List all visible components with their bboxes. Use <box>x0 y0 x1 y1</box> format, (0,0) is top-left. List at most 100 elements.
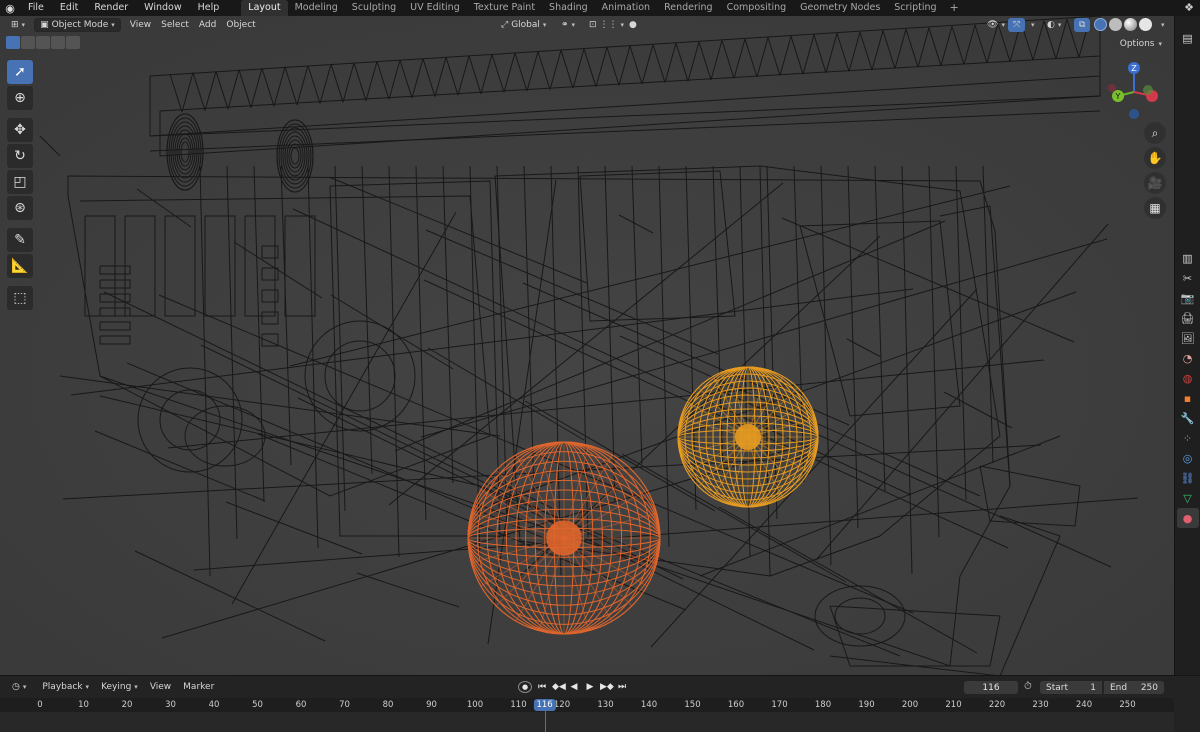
select-invert-icon[interactable] <box>51 36 65 49</box>
axis-neg-z-icon[interactable] <box>1129 109 1139 119</box>
prev-keyframe-icon[interactable]: ◆◀ <box>552 682 566 692</box>
solid-shading-button[interactable] <box>1109 18 1122 31</box>
playhead-line[interactable] <box>544 711 546 732</box>
editor-type-button[interactable]: ⊞ ▾ <box>6 18 30 32</box>
rendered-shading-button[interactable] <box>1139 18 1152 31</box>
view-layer-icon[interactable]: 🖼 <box>1177 328 1199 348</box>
select-new-icon[interactable] <box>6 36 20 49</box>
jump-end-icon[interactable]: ⏭ <box>616 682 628 692</box>
add-workspace-button[interactable]: + <box>944 0 965 16</box>
viewport-menu-select[interactable]: Select <box>156 18 194 32</box>
add-cube-tool-icon[interactable]: ⬚ <box>7 286 33 310</box>
pivot-dropdown[interactable]: ⚭ ▾ <box>556 18 580 32</box>
menu-window[interactable]: Window <box>136 0 189 16</box>
workspace-tab-layout[interactable]: Layout <box>241 0 288 16</box>
modifier-properties-icon[interactable]: 🔧 <box>1177 408 1199 428</box>
workspace-tab-modeling[interactable]: Modeling <box>288 0 345 16</box>
next-keyframe-icon[interactable]: ▶◆ <box>600 682 614 692</box>
workspace-tab-texture-paint[interactable]: Texture Paint <box>467 0 542 16</box>
scene-selector-icon[interactable]: ❖ <box>1184 0 1194 16</box>
end-frame-field[interactable]: End 250 <box>1104 681 1164 694</box>
stopwatch-icon[interactable]: ⏱ <box>1024 681 1032 692</box>
perspective-grid-icon[interactable]: ▦ <box>1144 197 1166 219</box>
jump-start-icon[interactable]: ⏮ <box>536 682 548 692</box>
scene-properties-icon[interactable]: ◔ <box>1177 348 1199 368</box>
select-intersect-icon[interactable] <box>66 36 80 49</box>
measure-tool-icon[interactable]: 📐 <box>7 254 33 278</box>
workspace-tab-rendering[interactable]: Rendering <box>657 0 720 16</box>
overlays-toggle[interactable]: ◐ ▾ <box>1042 18 1066 32</box>
workspace-tab-animation[interactable]: Animation <box>595 0 657 16</box>
camera-view-icon[interactable]: 🎥 <box>1144 172 1166 194</box>
auto-keying-icon[interactable]: ● <box>518 681 532 693</box>
menu-render[interactable]: Render <box>86 0 136 16</box>
mode-label: Object Mode <box>51 19 109 30</box>
tool-properties-icon[interactable]: ✂ <box>1177 268 1199 288</box>
cursor-tool-icon[interactable]: ⊕ <box>7 86 33 110</box>
workspace-tab-sculpting[interactable]: Sculpting <box>345 0 403 16</box>
physics-properties-icon[interactable]: ◎ <box>1177 448 1199 468</box>
axis-neg-x-icon[interactable] <box>1108 84 1116 92</box>
start-frame-field[interactable]: Start 1 <box>1040 681 1102 694</box>
outliner-icon[interactable]: ▤ <box>1177 28 1199 48</box>
play-icon[interactable]: ▶ <box>584 682 596 692</box>
menu-file[interactable]: File <box>20 0 52 16</box>
workspace-tab-uv-editing[interactable]: UV Editing <box>403 0 467 16</box>
select-box-tool-icon[interactable]: ➚ <box>7 60 33 84</box>
timeline-editor[interactable]: ◷ ▾ Playback ▾ Keying ▾ View Marker ● ⏮ ◆◀ ◀ ▶… <box>0 675 1200 732</box>
annotate-tool-icon[interactable]: ✎ <box>7 228 33 252</box>
timeline-menu-playback[interactable]: Playback ▾ <box>36 682 95 692</box>
select-extend-icon[interactable] <box>21 36 35 49</box>
timeline-editor-type-button[interactable]: ◷ ▾ <box>6 682 32 692</box>
particle-properties-icon[interactable]: ⁘ <box>1177 428 1199 448</box>
3d-viewport[interactable]: ⊞ ▾ ▣ Object Mode ▾ View Select Add Object ⤢… <box>0 16 1174 675</box>
select-subtract-icon[interactable] <box>36 36 50 49</box>
frame-ruler[interactable]: 0 10 20 30 40 50 60 70 80 90 100 110 120 130 140 150 160… <box>0 698 1174 712</box>
scale-tool-icon[interactable]: ◰ <box>7 170 33 194</box>
viewport-menu-object[interactable]: Object <box>221 18 260 32</box>
properties-editor-icon[interactable]: ▥ <box>1177 248 1199 268</box>
object-properties-icon[interactable]: ▪ <box>1177 388 1199 408</box>
options-dropdown[interactable]: Options ▾ <box>1114 37 1168 51</box>
workspace-tab-scripting[interactable]: Scripting <box>887 0 943 16</box>
world-properties-icon[interactable]: ◍ <box>1177 368 1199 388</box>
menu-help[interactable]: Help <box>190 0 228 16</box>
material-properties-icon[interactable]: ● <box>1176 508 1199 528</box>
menu-edit[interactable]: Edit <box>52 0 86 16</box>
timeline-menu-view[interactable]: View <box>144 682 177 692</box>
material-shading-button[interactable] <box>1124 18 1137 31</box>
viewport-menu-add[interactable]: Add <box>194 18 221 32</box>
constraint-properties-icon[interactable]: ⛓ <box>1177 468 1199 488</box>
output-properties-icon[interactable]: 🖨 <box>1177 308 1199 328</box>
xray-toggle[interactable]: ⧉ <box>1074 17 1091 32</box>
render-properties-icon[interactable]: 📷 <box>1177 288 1199 308</box>
blender-logo-icon[interactable]: ◉ <box>0 0 20 16</box>
rotate-tool-icon[interactable]: ↻ <box>7 144 33 168</box>
data-properties-icon[interactable]: ▽ <box>1177 488 1199 508</box>
workspace-tab-geometry-nodes[interactable]: Geometry Nodes <box>793 0 887 16</box>
playhead-frame-label[interactable]: 116 <box>533 699 556 711</box>
keyframe-track[interactable] <box>0 712 1174 732</box>
viewport-menu-view[interactable]: View <box>125 18 156 32</box>
visibility-dropdown[interactable]: 👁 ▾ <box>982 18 1010 32</box>
timeline-menu-keying[interactable]: Keying ▾ <box>95 682 144 692</box>
axis-neg-y-icon[interactable] <box>1143 85 1153 95</box>
workspace-tab-compositing[interactable]: Compositing <box>720 0 794 16</box>
gizmo-toggle[interactable]: ⤧ <box>1008 17 1026 32</box>
play-reverse-icon[interactable]: ◀ <box>568 682 580 692</box>
snap-toggle[interactable]: ⊡ ⋮⋮ ▾ <box>584 18 629 32</box>
move-tool-icon[interactable]: ✥ <box>7 118 33 142</box>
zoom-icon[interactable]: ⌕ <box>1144 122 1166 144</box>
wireframe-shading-button[interactable] <box>1094 18 1107 31</box>
workspace-tab-shading[interactable]: Shading <box>542 0 595 16</box>
timeline-menu-marker[interactable]: Marker <box>177 682 220 692</box>
proportional-edit-toggle[interactable]: ● <box>624 18 642 32</box>
pan-hand-icon[interactable]: ✋ <box>1144 147 1166 169</box>
tool-shelf: ➚ ⊕ ✥ ↻ ◰ ⊛ ✎ 📐 ⬚ <box>7 60 35 312</box>
orientation-dropdown[interactable]: ⤢ Global ▾ <box>496 18 551 32</box>
current-frame-field[interactable]: 116 <box>964 681 1018 694</box>
mode-dropdown[interactable]: ▣ Object Mode ▾ <box>34 17 121 32</box>
gizmo-dropdown[interactable]: ▾ <box>1026 18 1040 32</box>
shading-dropdown[interactable]: ▾ <box>1156 18 1170 32</box>
transform-tool-icon[interactable]: ⊛ <box>7 196 33 220</box>
